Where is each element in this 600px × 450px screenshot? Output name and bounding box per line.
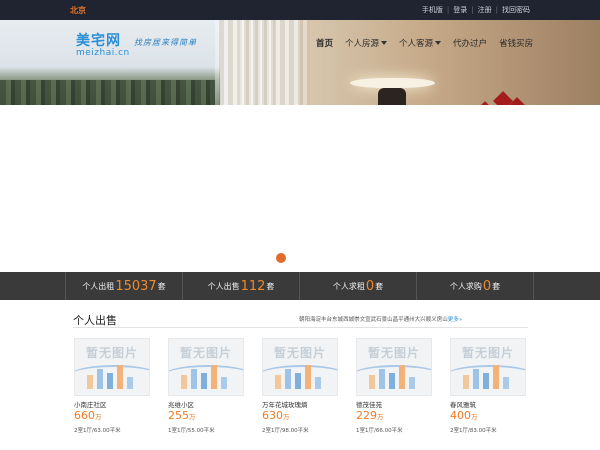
listing-card[interactable]: 暂无图片 兆维小区 255万 1室1厅/55.00平米 — [168, 338, 244, 434]
listing-thumbnail[interactable]: 暂无图片 — [168, 338, 244, 396]
nav-home[interactable]: 首页 — [316, 37, 333, 49]
listing-name[interactable]: 兆维小区 — [168, 399, 244, 409]
top-links: 手机版 | 登录 | 注册 | 找回密码 — [422, 5, 530, 15]
carousel-dot[interactable] — [276, 253, 286, 263]
no-image-placeholder: 暂无图片 — [461, 346, 514, 360]
nav-save-money[interactable]: 省钱买房 — [499, 37, 533, 49]
more-link[interactable]: 更多» — [448, 315, 462, 323]
register-link[interactable]: 注册 — [478, 5, 492, 15]
nav-personal-listings[interactable]: 个人房源 — [345, 37, 388, 49]
listing-meta: 2室1厅/98.00平米 — [262, 428, 309, 434]
district-link[interactable]: 东城 — [332, 315, 343, 323]
stat-rent-out[interactable]: 个人出租 15037 套 — [66, 272, 183, 300]
district-link[interactable]: 西城 — [343, 315, 354, 323]
login-link[interactable]: 登录 — [453, 5, 467, 15]
divider: | — [471, 6, 474, 14]
listing-thumbnail[interactable]: 暂无图片 — [450, 338, 526, 396]
main-nav: 首页 个人房源 个人客源 代办过户 省钱买房 — [316, 37, 545, 49]
listing-name[interactable]: 万年花城玫瑰熵 — [262, 399, 338, 409]
listing-name[interactable]: 德茂佳苑 — [356, 399, 432, 409]
listing-price: 660万 — [74, 409, 102, 422]
city-selector[interactable]: 北京 — [70, 5, 86, 16]
district-link[interactable]: 宣武 — [365, 315, 376, 323]
district-link[interactable]: 大兴 — [415, 315, 426, 323]
forgot-password-link[interactable]: 找回密码 — [502, 5, 530, 15]
section-divider — [73, 327, 528, 328]
district-link[interactable]: 朝阳 — [299, 315, 310, 323]
stats-bar: 个人出租 15037 套 个人出售 112 套 个人求租 0 套 个人求购 0 套 — [0, 272, 600, 300]
banner-curtain — [240, 20, 310, 105]
no-image-placeholder: 暂无图片 — [273, 346, 326, 360]
banner-wall — [300, 20, 600, 105]
district-link[interactable]: 顺义 — [426, 315, 437, 323]
caret-down-icon — [381, 41, 388, 45]
banner-flowers — [470, 91, 540, 105]
banner-trees — [0, 80, 215, 105]
listing-meta: 1室1厅/55.00平米 — [168, 428, 215, 434]
top-bar: 北京 手机版 | 登录 | 注册 | 找回密码 — [0, 0, 600, 20]
nav-transfer-service[interactable]: 代办过户 — [453, 37, 487, 49]
district-link[interactable]: 丰台 — [321, 315, 332, 323]
site-slogan: 找房居来得简单 — [134, 38, 197, 47]
district-link[interactable]: 石景山 — [376, 315, 393, 323]
listing-thumbnail[interactable]: 暂无图片 — [74, 338, 150, 396]
listing-price: 255万 — [168, 409, 196, 422]
district-link[interactable]: 崇文 — [354, 315, 365, 323]
listing-card[interactable]: 暂无图片 小南庄社区 660万 2室1厅/63.00平米 — [74, 338, 150, 434]
mobile-link[interactable]: 手机版 — [422, 5, 443, 15]
district-filter: 朝阳 海淀 丰台 东城 西城 崇文 宣武 石景山 昌平 通州 大兴 顺义 房山 … — [299, 315, 462, 323]
listing-thumbnail[interactable]: 暂无图片 — [356, 338, 432, 396]
listing-card[interactable]: 暂无图片 万年花城玫瑰熵 630万 2室1厅/98.00平米 — [262, 338, 338, 434]
divider: | — [495, 6, 498, 14]
logo-text-en: meizhai.cn — [76, 48, 130, 58]
stat-want-rent[interactable]: 个人求租 0 套 — [300, 272, 417, 300]
divider: | — [446, 6, 450, 14]
listing-price: 630万 — [262, 409, 290, 422]
stats-spacer — [534, 272, 600, 300]
district-link[interactable]: 昌平 — [393, 315, 404, 323]
stats-spacer — [0, 272, 66, 300]
listing-meta: 1室1厅/66.00平米 — [356, 428, 403, 434]
listing-card[interactable]: 暂无图片 德茂佳苑 229万 1室1厅/66.00平米 — [356, 338, 432, 434]
logo-text-cn: 美宅网 — [76, 33, 121, 49]
stat-want-buy[interactable]: 个人求购 0 套 — [417, 272, 534, 300]
listing-thumbnail[interactable]: 暂无图片 — [262, 338, 338, 396]
listing-grid: 暂无图片 小南庄社区 660万 2室1厅/63.00平米 暂无图片 兆维小区 2… — [74, 338, 544, 434]
listing-name[interactable]: 春风雅筑 — [450, 399, 526, 409]
listing-card[interactable]: 暂无图片 春风雅筑 400万 2室1厅/83.00平米 — [450, 338, 526, 434]
banner-lamp-base — [378, 88, 406, 105]
no-image-placeholder: 暂无图片 — [85, 346, 138, 360]
listing-name[interactable]: 小南庄社区 — [74, 399, 150, 409]
district-link[interactable]: 海淀 — [310, 315, 321, 323]
stat-sell[interactable]: 个人出售 112 套 — [183, 272, 300, 300]
nav-personal-clients[interactable]: 个人客源 — [399, 37, 442, 49]
site-logo[interactable]: 美宅网 meizhai.cn — [76, 34, 130, 58]
section-title: 个人出售 — [73, 314, 117, 327]
banner-lamp-shade — [350, 78, 435, 88]
listing-meta: 2室1厅/83.00平米 — [450, 428, 497, 434]
district-link[interactable]: 房山 — [437, 315, 448, 323]
listing-price: 229万 — [356, 409, 384, 422]
listing-meta: 2室1厅/63.00平米 — [74, 428, 121, 434]
district-link[interactable]: 通州 — [404, 315, 415, 323]
caret-down-icon — [435, 41, 442, 45]
no-image-placeholder: 暂无图片 — [179, 346, 232, 360]
listing-price: 400万 — [450, 409, 478, 422]
no-image-placeholder: 暂无图片 — [367, 346, 420, 360]
